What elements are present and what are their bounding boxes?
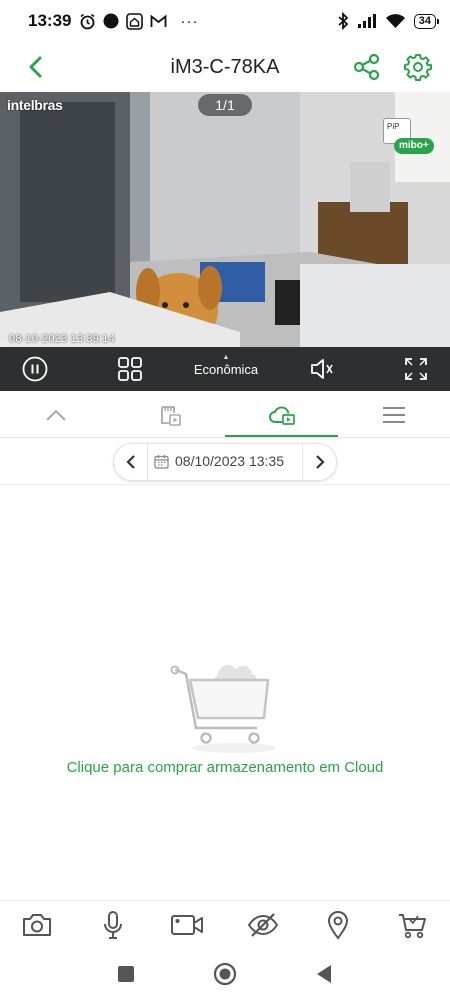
back-button[interactable] xyxy=(20,54,50,80)
grid-icon xyxy=(118,357,142,381)
settings-button[interactable] xyxy=(403,52,433,82)
section-divider xyxy=(0,484,450,485)
battery-icon: 34 xyxy=(413,13,440,29)
page-counter: 1/1 xyxy=(198,94,252,116)
pause-icon xyxy=(22,356,48,382)
caret-up-icon: ▲ xyxy=(222,354,230,361)
back-nav-button[interactable] xyxy=(311,961,337,987)
triangle-back-icon xyxy=(317,965,331,983)
cloud-playback-icon xyxy=(268,405,295,425)
date-picker[interactable]: 08/10/2023 13:35 xyxy=(154,453,284,469)
video-record-icon xyxy=(171,915,203,935)
chevron-left-icon xyxy=(125,455,135,469)
player-controls-bar: ▲ Econômica xyxy=(0,347,450,391)
privacy-mode-button[interactable] xyxy=(246,908,280,942)
next-date-button[interactable] xyxy=(302,444,336,480)
fullscreen-icon xyxy=(405,358,427,380)
privacy-eye-icon xyxy=(247,913,279,937)
quality-selector[interactable]: ▲ Econômica xyxy=(186,354,266,377)
intelbras-logo: intelbras xyxy=(7,97,63,113)
snapshot-button[interactable] xyxy=(20,908,54,942)
multi-view-button[interactable] xyxy=(117,356,143,382)
tab-sd-playback[interactable] xyxy=(112,391,225,438)
share-icon xyxy=(353,53,380,81)
microphone-icon xyxy=(104,911,122,939)
video-timestamp: 08-10-2023 13:39:14 xyxy=(9,333,115,345)
signal-icon xyxy=(357,14,376,28)
camera-icon xyxy=(23,914,51,936)
recents-button[interactable] xyxy=(113,961,139,987)
audio-button[interactable] xyxy=(309,356,335,382)
circle-icon xyxy=(213,962,237,986)
hamburger-menu-icon xyxy=(383,406,405,423)
gmail-icon xyxy=(151,14,167,27)
playback-tabs xyxy=(0,391,450,438)
share-button[interactable] xyxy=(352,52,382,82)
chevron-right-icon xyxy=(315,455,325,469)
pip-label: PiP xyxy=(387,122,400,131)
gear-icon xyxy=(404,54,432,81)
location-button[interactable] xyxy=(321,908,355,942)
collapse-tab[interactable] xyxy=(0,391,112,438)
sd-card-playback-icon xyxy=(160,405,181,426)
date-navigator: 08/10/2023 13:35 xyxy=(113,443,337,481)
wifi-icon xyxy=(385,14,405,28)
calendar-icon xyxy=(154,454,169,469)
live-video-feed[interactable]: intelbras 1/1 PiP mibo+ 08-10-2023 13:39… xyxy=(0,92,450,347)
page-title: iM3-C-78KA xyxy=(170,55,280,78)
store-button[interactable] xyxy=(395,908,429,942)
record-button[interactable] xyxy=(170,908,204,942)
home-app-icon xyxy=(126,12,144,30)
fullscreen-button[interactable] xyxy=(403,356,429,382)
square-icon xyxy=(118,966,134,982)
active-tab-indicator xyxy=(225,435,338,437)
speaker-muted-icon xyxy=(311,359,333,379)
status-system-icons: 34 xyxy=(337,12,440,30)
cart-icon xyxy=(399,914,426,939)
status-time: 13:39 xyxy=(28,11,72,30)
alarm-icon xyxy=(80,13,95,29)
chevron-up-icon xyxy=(46,409,66,421)
bluetooth-icon xyxy=(338,12,349,30)
talk-button[interactable] xyxy=(96,908,130,942)
tab-cloud-playback[interactable] xyxy=(225,391,338,438)
dot-icon xyxy=(103,13,119,29)
quality-label: Econômica xyxy=(193,362,259,377)
bottom-toolbar xyxy=(0,900,450,948)
menu-tab[interactable] xyxy=(338,391,450,438)
mibo-plus-badge: mibo+ xyxy=(394,138,434,154)
status-bar: 13:39 ··· 34 xyxy=(0,0,450,42)
more-icon: ··· xyxy=(180,12,199,30)
location-pin-icon xyxy=(327,911,349,940)
status-notification-icons: ··· xyxy=(79,13,198,30)
previous-date-button[interactable] xyxy=(114,444,148,480)
buy-cloud-storage-link[interactable]: Clique para comprar armazenamento em Clo… xyxy=(0,759,450,776)
cloud-cart-illustration xyxy=(170,665,276,753)
app-header: iM3-C-78KA xyxy=(0,42,450,92)
chevron-left-icon xyxy=(29,56,42,78)
selected-date: 08/10/2023 13:35 xyxy=(175,453,284,469)
app: 13:39 ··· 34 iM3-C-78KA intelbras 1/1 Pi… xyxy=(0,0,450,1000)
pause-button[interactable] xyxy=(22,356,48,382)
android-navigation-bar xyxy=(0,948,450,1000)
home-button[interactable] xyxy=(212,961,238,987)
